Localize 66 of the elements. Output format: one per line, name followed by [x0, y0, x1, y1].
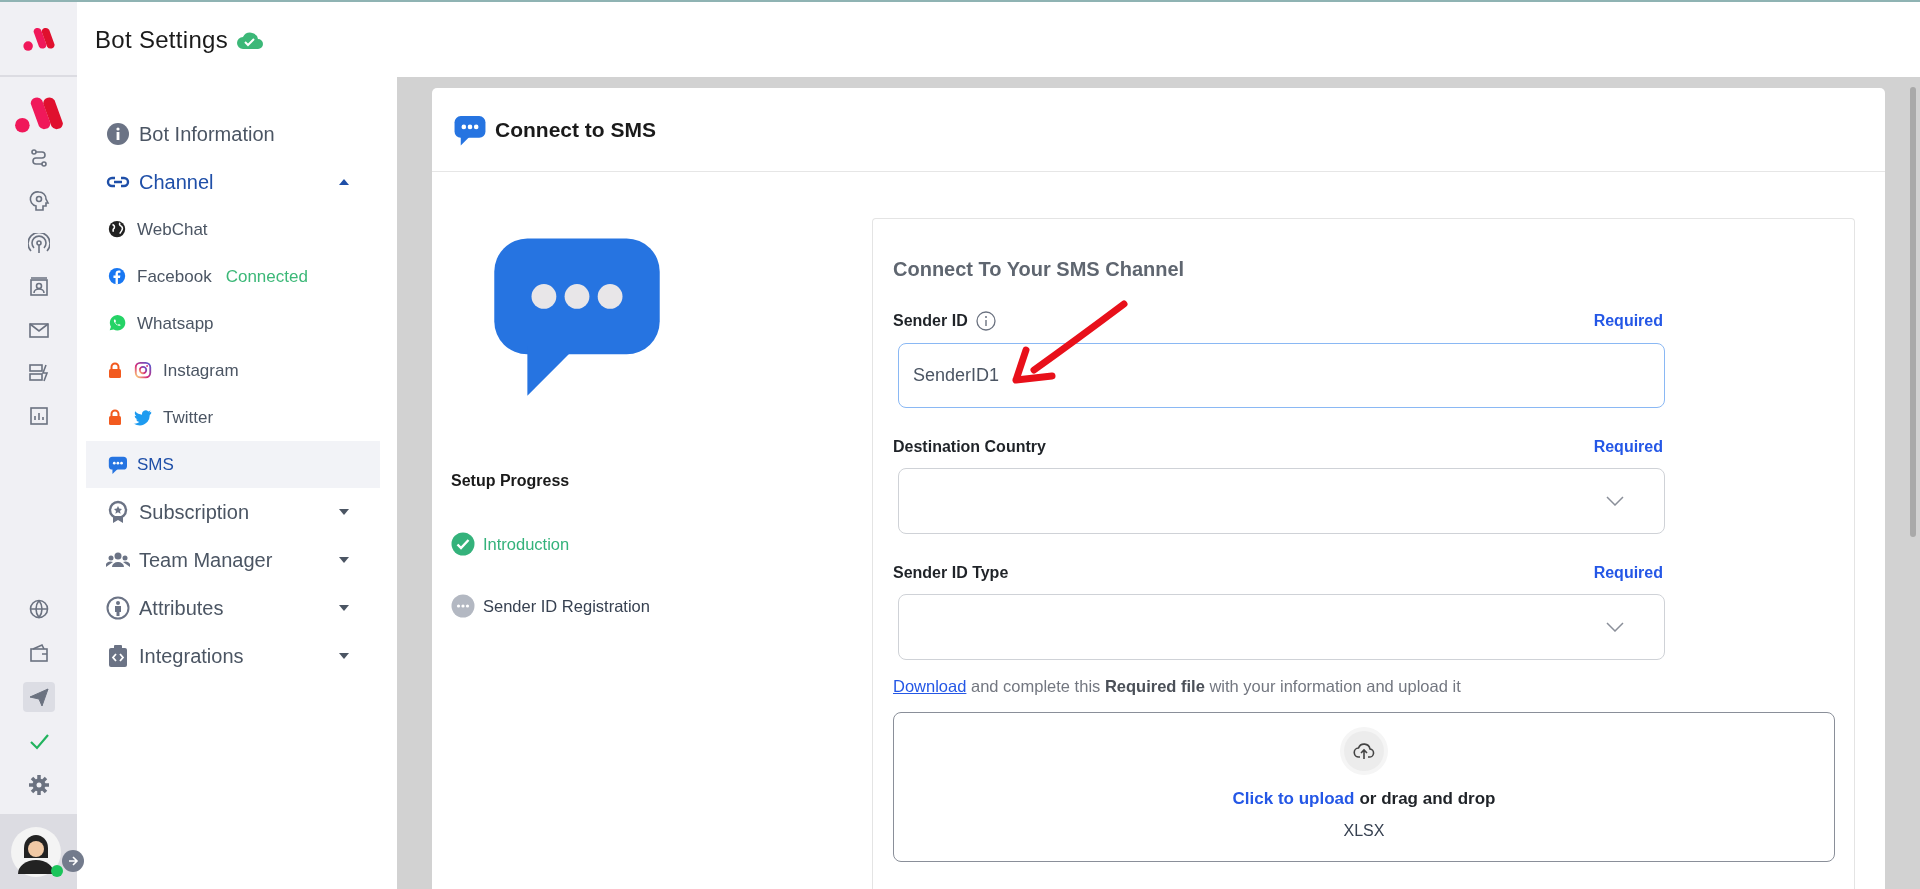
server-bolt-icon	[27, 361, 50, 384]
file-format: XLSX	[1343, 822, 1385, 840]
sidebar-item[interactable]: Subscription	[86, 488, 376, 536]
bird-icon	[133, 407, 153, 428]
lock-icon	[107, 362, 123, 379]
code-clipboard-icon	[106, 644, 130, 668]
chat-bubble-icon	[107, 454, 127, 475]
send-icon	[27, 686, 50, 708]
field-label: Sender ID	[893, 312, 968, 330]
required-label: Required	[1593, 438, 1663, 456]
broadcast-icon	[27, 232, 50, 255]
online-dot	[51, 865, 63, 877]
sidebar-item[interactable]: Team Manager	[86, 536, 376, 584]
connection-status: Connected	[225, 266, 308, 287]
sidebar-subitem[interactable]: Instagram	[86, 347, 380, 394]
upload-link[interactable]: Click to upload	[1232, 789, 1355, 809]
scrollbar[interactable]	[1910, 87, 1916, 537]
sidebar-subitem[interactable]: Twitter	[86, 394, 380, 441]
field-label: Destination Country	[893, 438, 1046, 456]
award-icon	[106, 500, 130, 524]
instruction-text: Download and complete this Required file with your information and upload it	[893, 677, 1462, 696]
caret-down-icon	[338, 652, 350, 660]
page-title: Bot Settings	[95, 25, 228, 54]
sidebar-item[interactable]: Bot Information	[86, 110, 376, 158]
wallet-icon	[27, 642, 50, 664]
info-icon	[106, 122, 130, 146]
person-icon	[106, 596, 130, 620]
caret-down-icon	[338, 556, 350, 564]
sidebar-item[interactable]: Attributes	[86, 584, 376, 632]
required-label: Required	[1593, 312, 1663, 330]
upload-hint: or drag and drop	[1359, 789, 1496, 809]
facebook-icon	[107, 266, 127, 287]
sidebar-subitem[interactable]: Facebook Connected	[86, 253, 380, 300]
input-field[interactable]: SenderID1	[898, 343, 1665, 408]
caret-down-icon	[338, 604, 350, 612]
progress-title: Setup Progress	[451, 472, 571, 490]
sidebar-item[interactable]: Channel	[86, 158, 376, 206]
avatar	[10, 825, 62, 878]
chevron-down-icon	[1606, 622, 1624, 632]
head-gear-icon	[27, 189, 50, 212]
field-label: Sender ID Type	[893, 564, 1009, 582]
instagram-icon	[133, 360, 153, 381]
step-label: Introduction	[483, 534, 570, 554]
form-heading: Connect To Your SMS Channel	[893, 258, 1186, 281]
chevron-down-icon	[1606, 496, 1624, 506]
sidebar-subitem[interactable]: Whatsapp	[86, 300, 380, 347]
expand-button[interactable]	[62, 850, 84, 872]
card-title: Connect to SMS	[495, 117, 656, 142]
required-label: Required	[1593, 564, 1663, 582]
lock-icon	[107, 409, 123, 426]
step-label: Sender ID Registration	[483, 596, 650, 616]
report-icon	[27, 404, 50, 427]
whatsapp-icon	[107, 313, 127, 334]
upload-dropzone[interactable]: Click to upload or drag and drop XLSX	[893, 712, 1835, 862]
sidebar-item[interactable]: Integrations	[86, 632, 376, 680]
sidebar-subitem[interactable]: WebChat	[86, 206, 380, 253]
settings-icon	[27, 774, 50, 796]
caret-down-icon	[338, 508, 350, 516]
contact-card-icon	[27, 275, 50, 298]
caret-up-icon	[338, 178, 350, 186]
sidebar-subitem[interactable]: SMS	[86, 441, 380, 488]
arrow-right-icon	[67, 855, 79, 867]
upload-cloud-icon	[1344, 731, 1384, 771]
info-icon	[975, 311, 996, 331]
download-link[interactable]: Download	[893, 677, 967, 695]
rail-button[interactable]	[22, 682, 55, 712]
